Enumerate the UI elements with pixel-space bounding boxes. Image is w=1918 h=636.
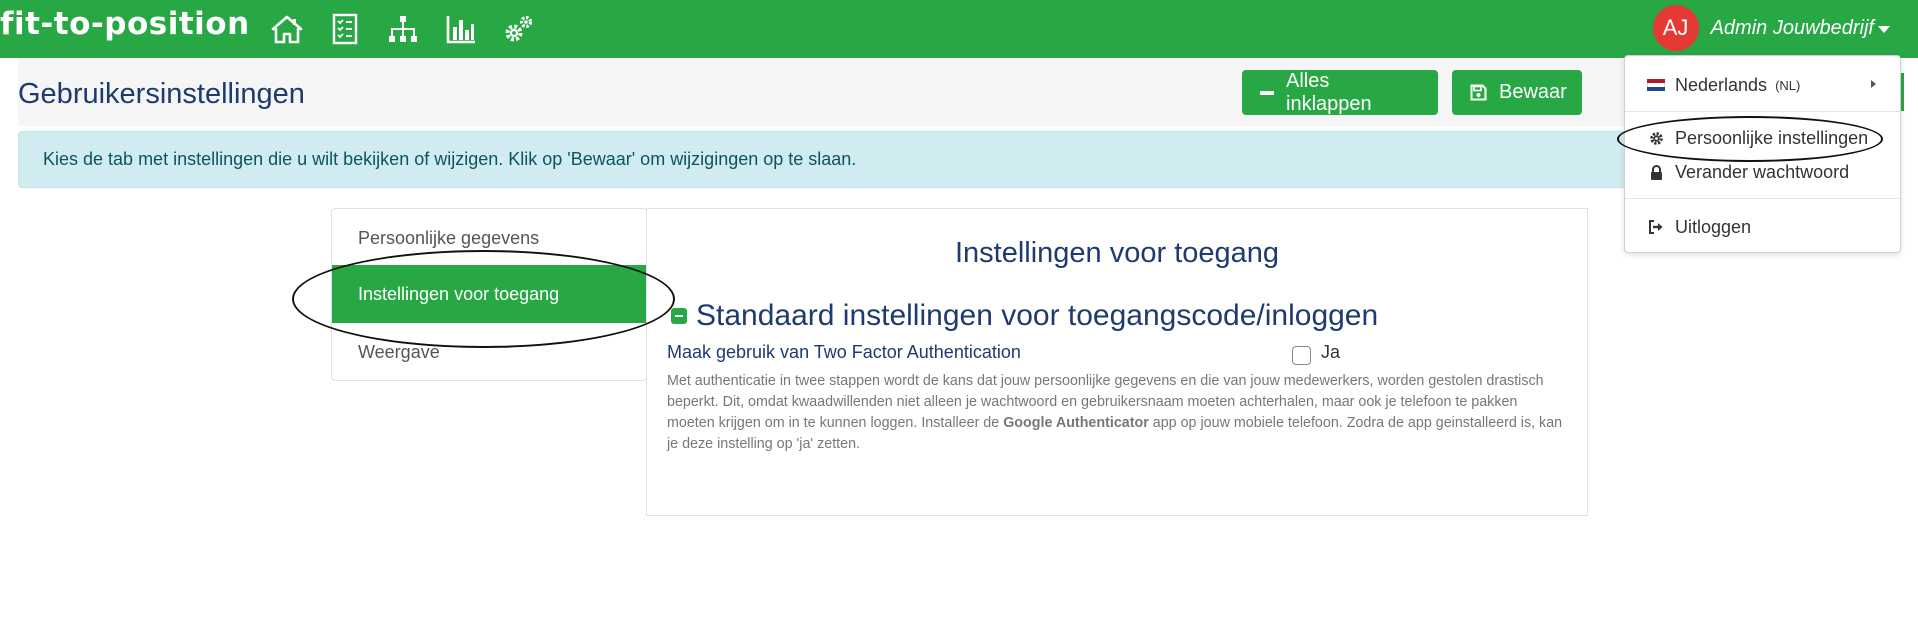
- menu-divider: [1625, 198, 1900, 199]
- logout-label: Uitloggen: [1675, 216, 1752, 237]
- two-factor-checkbox-label[interactable]: Ja: [1321, 342, 1340, 363]
- caret-right-icon: [1871, 80, 1876, 88]
- lock-icon: [1647, 164, 1665, 180]
- two-factor-help-text: Met authenticatie in twee stappen wordt …: [667, 371, 1567, 455]
- hidden-button-edge: [1901, 73, 1904, 111]
- collapse-section-icon[interactable]: [671, 308, 687, 324]
- info-alert-text: Kies de tab met instellingen die u wilt …: [43, 149, 857, 169]
- tab-label: Weergave: [358, 341, 440, 362]
- language-code: (NL): [1775, 77, 1801, 93]
- info-alert: Kies de tab met instellingen die u wilt …: [18, 131, 1900, 188]
- personal-settings-label: Persoonlijke instellingen: [1675, 127, 1869, 148]
- save-label: Bewaar: [1499, 81, 1567, 103]
- tab-persoonlijke-gegevens[interactable]: Persoonlijke gegevens: [332, 209, 647, 267]
- app-logo[interactable]: fit-to-position: [0, 6, 250, 42]
- checklist-icon[interactable]: [328, 12, 362, 46]
- user-menu-toggle[interactable]: AJ Admin Jouwbedrijf: [1652, 5, 1890, 51]
- page-header: Gebruikersinstellingen Alles inklappen B…: [18, 58, 1900, 126]
- tab-label: Persoonlijke gegevens: [358, 227, 540, 248]
- two-factor-label: Maak gebruik van Two Factor Authenticati…: [667, 342, 1021, 362]
- top-navbar: fit-to-position AJ Admin Jouwbedrijf: [0, 0, 1918, 58]
- tab-label: Instellingen voor toegang: [358, 283, 560, 304]
- gear-icon: [1647, 131, 1665, 146]
- collapse-all-label: Alles inklappen: [1286, 69, 1372, 115]
- help-text-bold: Google Authenticator: [1003, 415, 1149, 431]
- two-factor-checkbox[interactable]: [1292, 346, 1311, 365]
- cogs-icon[interactable]: [502, 12, 536, 46]
- minus-icon: [1260, 86, 1274, 100]
- save-button[interactable]: Bewaar: [1452, 70, 1582, 115]
- user-name: Admin Jouwbedrijf: [1710, 16, 1874, 39]
- panel-title: Instellingen voor toegang: [954, 237, 1280, 269]
- language-label: Nederlands: [1675, 74, 1768, 95]
- bar-chart-icon[interactable]: [444, 12, 478, 46]
- caret-down-icon: [1878, 25, 1890, 33]
- settings-tabs: Persoonlijke gegevens Instellingen voor …: [331, 208, 647, 381]
- personal-settings-menu-item[interactable]: Persoonlijke instellingen: [1625, 123, 1900, 153]
- change-password-menu-item[interactable]: Verander wachtwoord: [1625, 157, 1900, 187]
- avatar: AJ: [1652, 5, 1699, 51]
- section-header: Standaard instellingen voor toegangscode…: [671, 299, 1378, 333]
- user-dropdown-menu: Nederlands (NL) Persoonlijke instellinge…: [1624, 55, 1901, 253]
- sign-out-icon: [1647, 220, 1665, 234]
- collapse-all-button[interactable]: Alles inklappen: [1242, 70, 1438, 115]
- netherlands-flag-icon: [1647, 79, 1665, 91]
- logout-menu-item[interactable]: Uitloggen: [1625, 212, 1900, 242]
- org-chart-icon[interactable]: [386, 12, 420, 46]
- save-icon: [1470, 84, 1487, 101]
- page-title: Gebruikersinstellingen: [18, 78, 305, 110]
- tab-instellingen-voor-toegang[interactable]: Instellingen voor toegang: [332, 265, 647, 323]
- settings-panel: Instellingen voor toegang Standaard inst…: [646, 208, 1588, 516]
- change-password-label: Verander wachtwoord: [1675, 161, 1850, 182]
- section-title: Standaard instellingen voor toegangscode…: [696, 299, 1379, 332]
- home-icon[interactable]: [270, 12, 304, 46]
- language-menu-item[interactable]: Nederlands (NL): [1625, 70, 1900, 100]
- tab-weergave[interactable]: Weergave: [332, 323, 647, 381]
- menu-divider: [1625, 111, 1900, 112]
